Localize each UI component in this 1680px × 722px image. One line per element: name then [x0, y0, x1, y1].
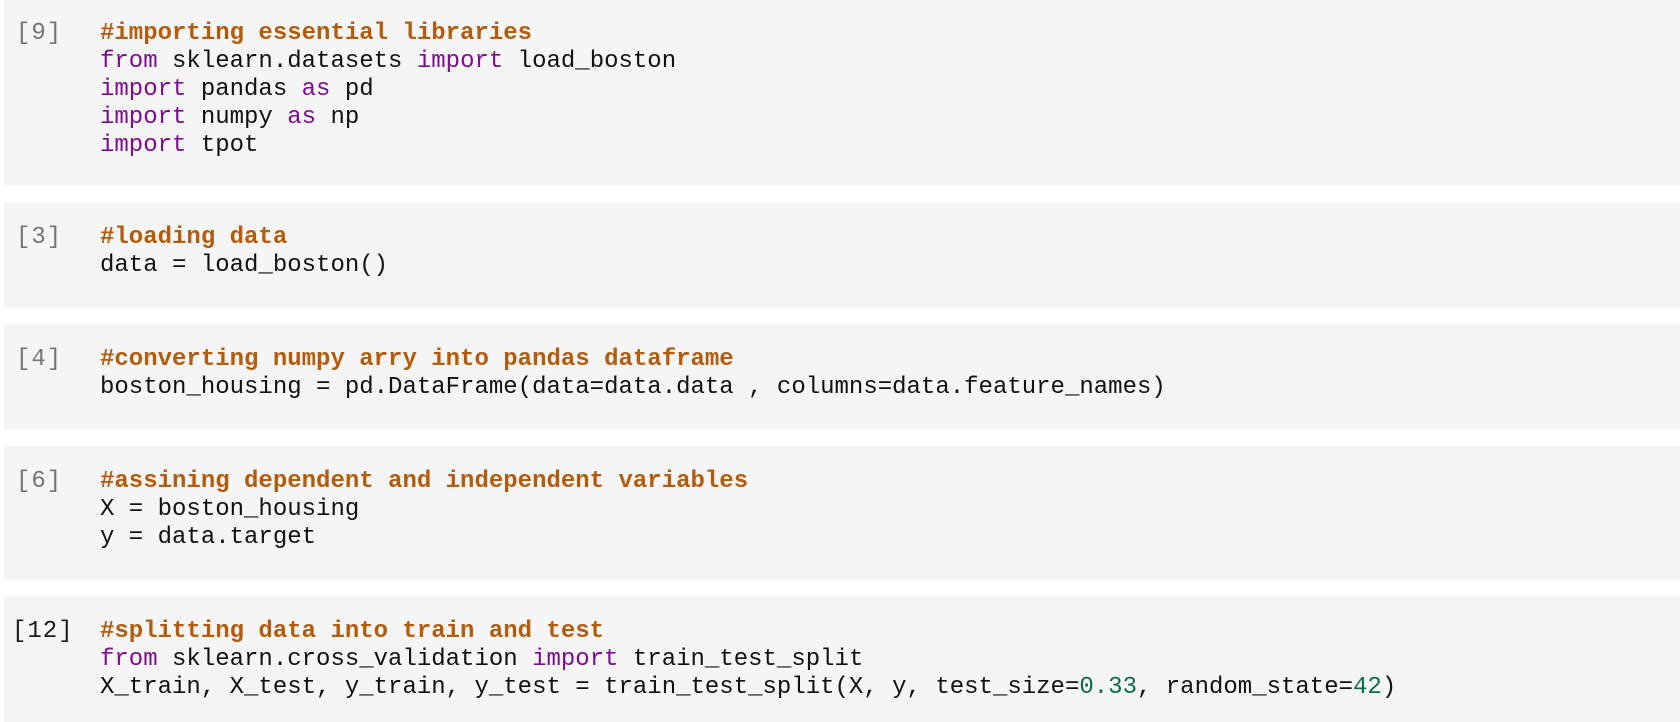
code-editor[interactable]: #importing essential libraries from sklea… [100, 20, 676, 160]
code-text: , random_state= [1136, 674, 1354, 701]
code-line: #importing essential libraries [100, 20, 676, 48]
code-text: y = data.target [100, 524, 317, 551]
code-text: load_boston [503, 48, 677, 75]
execution-count: [9] [16, 20, 63, 47]
code-keyword: import [100, 104, 187, 131]
code-line: from sklearn.datasets import load_boston [100, 48, 676, 76]
code-line: boston_housing = pd.DataFrame(data=data.… [100, 374, 1166, 402]
code-comment: #assining dependent and independent vari… [100, 468, 749, 495]
code-cell-variables[interactable]: [6] #assining dependent and independent … [4, 446, 1680, 580]
execution-count: [4] [16, 346, 63, 373]
code-editor[interactable]: #converting numpy arry into pandas dataf… [100, 346, 1166, 402]
execution-count: [3] [16, 224, 63, 251]
code-line: data = load_boston() [100, 252, 388, 280]
code-keyword: from [100, 48, 158, 75]
code-keyword: import [416, 48, 504, 75]
code-text: np [316, 104, 360, 131]
code-keyword: as [287, 104, 317, 131]
code-line: import numpy as np [100, 104, 676, 132]
code-text: train_test_split [618, 646, 864, 673]
execution-count: [6] [16, 468, 63, 495]
code-text: sklearn.cross_validation [157, 646, 533, 673]
code-line: #splitting data into train and test [100, 618, 1396, 646]
code-text: X_train, X_test, y_train, y_test = train… [100, 674, 1080, 701]
code-number: 42 [1353, 674, 1382, 701]
code-text: tpot [186, 132, 259, 159]
code-line: X = boston_housing [100, 496, 748, 524]
code-keyword: as [301, 76, 331, 103]
execution-count: [12] [12, 618, 74, 645]
code-keyword: import [100, 132, 187, 159]
code-keyword: from [100, 646, 158, 673]
code-comment: #loading data [100, 224, 288, 251]
code-cell-train-test-split[interactable]: [12] #splitting data into train and test… [4, 596, 1680, 722]
code-comment: #importing essential libraries [100, 20, 533, 47]
code-number: 0.33 [1079, 674, 1137, 701]
code-line: import tpot [100, 132, 676, 160]
code-text: ) [1381, 674, 1397, 701]
code-line: #loading data [100, 224, 388, 252]
code-line: import pandas as pd [100, 76, 676, 104]
code-text: boston_housing = pd.DataFrame(data=data.… [100, 374, 1166, 401]
code-editor[interactable]: #splitting data into train and test from … [100, 618, 1396, 702]
code-text: sklearn.datasets [157, 48, 417, 75]
code-text: numpy [186, 104, 288, 131]
code-keyword: import [100, 76, 187, 103]
code-cell-imports[interactable]: [9] #importing essential libraries from s… [4, 0, 1680, 185]
code-keyword: import [532, 646, 619, 673]
code-editor[interactable]: #assining dependent and independent vari… [100, 468, 748, 552]
code-cell-load-data[interactable]: [3] #loading data data = load_boston() [4, 202, 1680, 308]
code-text: pd [330, 76, 374, 103]
code-line: #assining dependent and independent vari… [100, 468, 748, 496]
code-comment: #splitting data into train and test [100, 618, 605, 645]
code-editor[interactable]: #loading data data = load_boston() [100, 224, 388, 280]
code-line: y = data.target [100, 524, 748, 552]
code-text: pandas [186, 76, 302, 103]
code-line: #converting numpy arry into pandas dataf… [100, 346, 1166, 374]
code-line: from sklearn.cross_validation import tra… [100, 646, 1396, 674]
code-cell-dataframe[interactable]: [4] #converting numpy arry into pandas d… [4, 324, 1680, 430]
code-text: data = load_boston() [100, 252, 389, 279]
code-text: X = boston_housing [100, 496, 360, 523]
code-comment: #converting numpy arry into pandas dataf… [100, 346, 734, 373]
code-line: X_train, X_test, y_train, y_test = train… [100, 674, 1396, 702]
